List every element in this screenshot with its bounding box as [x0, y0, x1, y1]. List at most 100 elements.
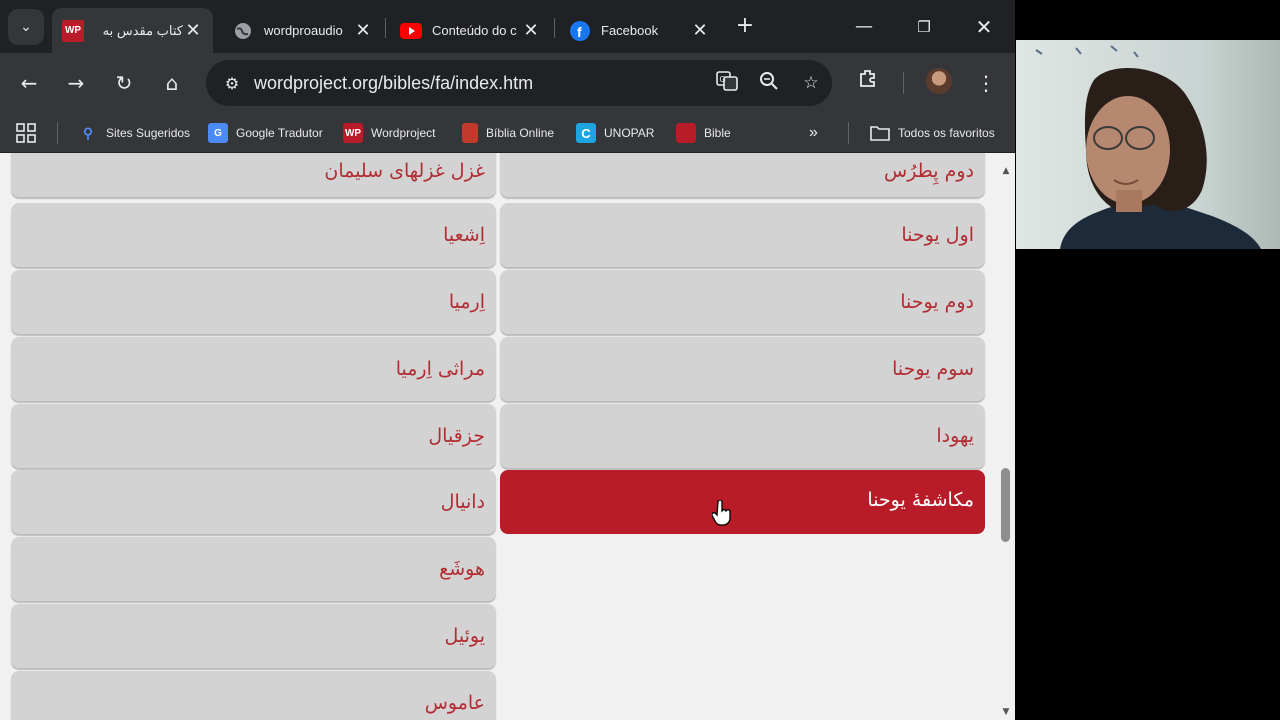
minimize-icon[interactable]: —	[849, 12, 879, 42]
page-content: غزل غزلهای سلیمان اِشعیا اِرمیا مراثی اِ…	[0, 153, 997, 720]
back-icon[interactable]: ←	[13, 67, 45, 99]
extensions-icon[interactable]	[852, 67, 884, 99]
search-icon: ⚲	[82, 124, 94, 141]
book-link[interactable]: اِرمیا	[11, 270, 496, 334]
forward-icon[interactable]: →	[60, 67, 92, 99]
close-window-icon[interactable]: ✕	[969, 12, 999, 42]
close-tab-icon[interactable]: ✕	[353, 20, 373, 41]
book-name: سوم یوحنا	[892, 358, 974, 380]
facebook-icon: f	[569, 20, 591, 42]
book-name: دانیال	[440, 491, 485, 513]
toolbar: ← → ↻ ⌂ ⚙ wordproject.org/bibles/fa/inde…	[0, 53, 1015, 113]
book-link[interactable]: غزل غزلهای سلیمان	[11, 153, 496, 197]
close-tab-icon[interactable]: ✕	[521, 20, 541, 41]
home-icon[interactable]: ⌂	[156, 67, 188, 99]
page-scrollbar[interactable]: ▲ ▼	[997, 153, 1015, 720]
svg-text:G: G	[720, 75, 726, 84]
tab-title: کتاب مقدس به	[102, 22, 183, 38]
all-bookmarks-folder[interactable]: Todos os favoritos	[870, 121, 995, 145]
tab-separator	[385, 18, 386, 38]
book-name: غزل غزلهای سلیمان	[324, 160, 485, 182]
youtube-icon	[400, 20, 422, 42]
translate-icon[interactable]: G	[706, 70, 748, 96]
bookmark-label: Sites Sugeridos	[106, 126, 191, 140]
profile-avatar[interactable]	[926, 68, 952, 94]
book-link[interactable]: اول یوحنا	[500, 203, 985, 267]
book-link[interactable]: حِزقیال	[11, 404, 496, 468]
zoom-icon[interactable]	[748, 71, 790, 96]
book-link[interactable]: هوشَع	[11, 537, 496, 601]
book-link[interactable]: یوئیل	[11, 604, 496, 668]
close-tab-icon[interactable]: ✕	[690, 20, 710, 41]
apps-grid-icon[interactable]	[16, 121, 36, 145]
book-link[interactable]: دوم یوحنا	[500, 270, 985, 334]
book-name: یوئیل	[444, 625, 485, 647]
menu-kebab-icon[interactable]: ⋮	[970, 67, 1002, 99]
bookmark-sites-sugeridos[interactable]: ⚲ Sites Sugeridos	[78, 121, 190, 145]
book-name: اِشعیا	[443, 224, 485, 246]
book-link[interactable]: اِشعیا	[11, 203, 496, 267]
all-bookmarks-label: Todos os favoritos	[898, 126, 995, 140]
tab-wordproaudio[interactable]: wordproaudio ✕	[222, 8, 383, 53]
bookmark-label: Bible	[704, 126, 731, 140]
book-link[interactable]: مراثی اِرمیا	[11, 337, 496, 401]
bookmark-biblia-online[interactable]: Bíblia Online	[462, 121, 554, 145]
tab-active[interactable]: WP کتاب مقدس به ✕	[52, 8, 213, 53]
new-tab-button[interactable]: +	[733, 14, 757, 38]
restore-icon[interactable]: ❐	[909, 12, 939, 42]
book-link[interactable]: دانیال	[11, 470, 496, 534]
site-info-icon[interactable]: ⚙	[210, 74, 254, 93]
book-link[interactable]: دوم پِطرُس	[500, 153, 985, 197]
scrollbar-thumb[interactable]	[1001, 468, 1010, 542]
book-name: عاموس	[424, 692, 485, 714]
scroll-down-icon[interactable]: ▼	[997, 704, 1015, 720]
wordproject-favicon-icon: WP	[62, 19, 84, 42]
url-text[interactable]: wordproject.org/bibles/fa/index.htm	[254, 73, 706, 94]
book-name: اول یوحنا	[901, 224, 974, 246]
bible-book-icon	[462, 123, 478, 143]
bookmark-bible[interactable]: Bible	[676, 121, 731, 145]
book-link[interactable]: سوم یوحنا	[500, 337, 985, 401]
book-name: دوم یوحنا	[900, 291, 974, 313]
google-translate-icon: G	[208, 123, 228, 143]
reload-icon[interactable]: ↻	[108, 67, 140, 99]
bookmark-google-tradutor[interactable]: G Google Tradutor	[208, 121, 323, 145]
bookmarks-separator	[848, 122, 849, 144]
tab-title: wordproaudio	[264, 23, 343, 38]
book-link-selected[interactable]: مکاشفهٔ یوحنا	[500, 470, 985, 534]
bookmark-wordproject[interactable]: WP Wordproject	[343, 121, 435, 145]
scroll-up-icon[interactable]: ▲	[997, 163, 1015, 179]
svg-text:f: f	[577, 24, 582, 40]
webcam-overlay	[1016, 40, 1280, 249]
bookmark-label: Google Tradutor	[236, 126, 323, 140]
bookmarks-bar: ⚲ Sites Sugeridos G Google Tradutor WP W…	[0, 113, 1015, 153]
book-name: مکاشفهٔ یوحنا	[867, 489, 974, 511]
toolbar-separator	[903, 72, 904, 94]
hand-cursor-icon	[712, 500, 731, 526]
browser-window: ⌄ WP کتاب مقدس به ✕ wordproaudio ✕ Conte…	[0, 0, 1015, 720]
book-link[interactable]: یهودا	[500, 404, 985, 468]
bookmark-label: Bíblia Online	[486, 126, 555, 140]
tab-search-button[interactable]: ⌄	[8, 9, 44, 45]
bookmark-label: Wordproject	[371, 126, 436, 140]
globe-icon	[232, 20, 254, 42]
book-name: دوم پِطرُس	[884, 160, 974, 182]
tab-strip: ⌄ WP کتاب مقدس به ✕ wordproaudio ✕ Conte…	[0, 0, 1015, 53]
book-name: حِزقیال	[428, 425, 485, 447]
bookmark-star-icon[interactable]: ☆	[790, 73, 832, 93]
book-name: یهودا	[936, 425, 974, 447]
book-link[interactable]: عاموس	[11, 671, 496, 720]
address-bar[interactable]: ⚙ wordproject.org/bibles/fa/index.htm G …	[206, 60, 832, 106]
more-bookmarks-icon[interactable]: »	[809, 121, 818, 145]
tab-title: Conteúdo do c	[432, 23, 517, 38]
bookmark-unopar[interactable]: C UNOPAR	[576, 121, 654, 145]
webcam-video	[1016, 40, 1280, 249]
tab-facebook[interactable]: f Facebook ✕	[559, 8, 720, 53]
book-name: هوشَع	[439, 558, 485, 580]
close-tab-icon[interactable]: ✕	[183, 20, 203, 41]
chevron-down-icon: ⌄	[20, 19, 32, 35]
bookmark-label: UNOPAR	[604, 126, 655, 140]
book-name: مراثی اِرمیا	[395, 358, 485, 380]
tab-youtube[interactable]: Conteúdo do c ✕	[390, 8, 551, 53]
tab-title: Facebook	[601, 23, 659, 38]
